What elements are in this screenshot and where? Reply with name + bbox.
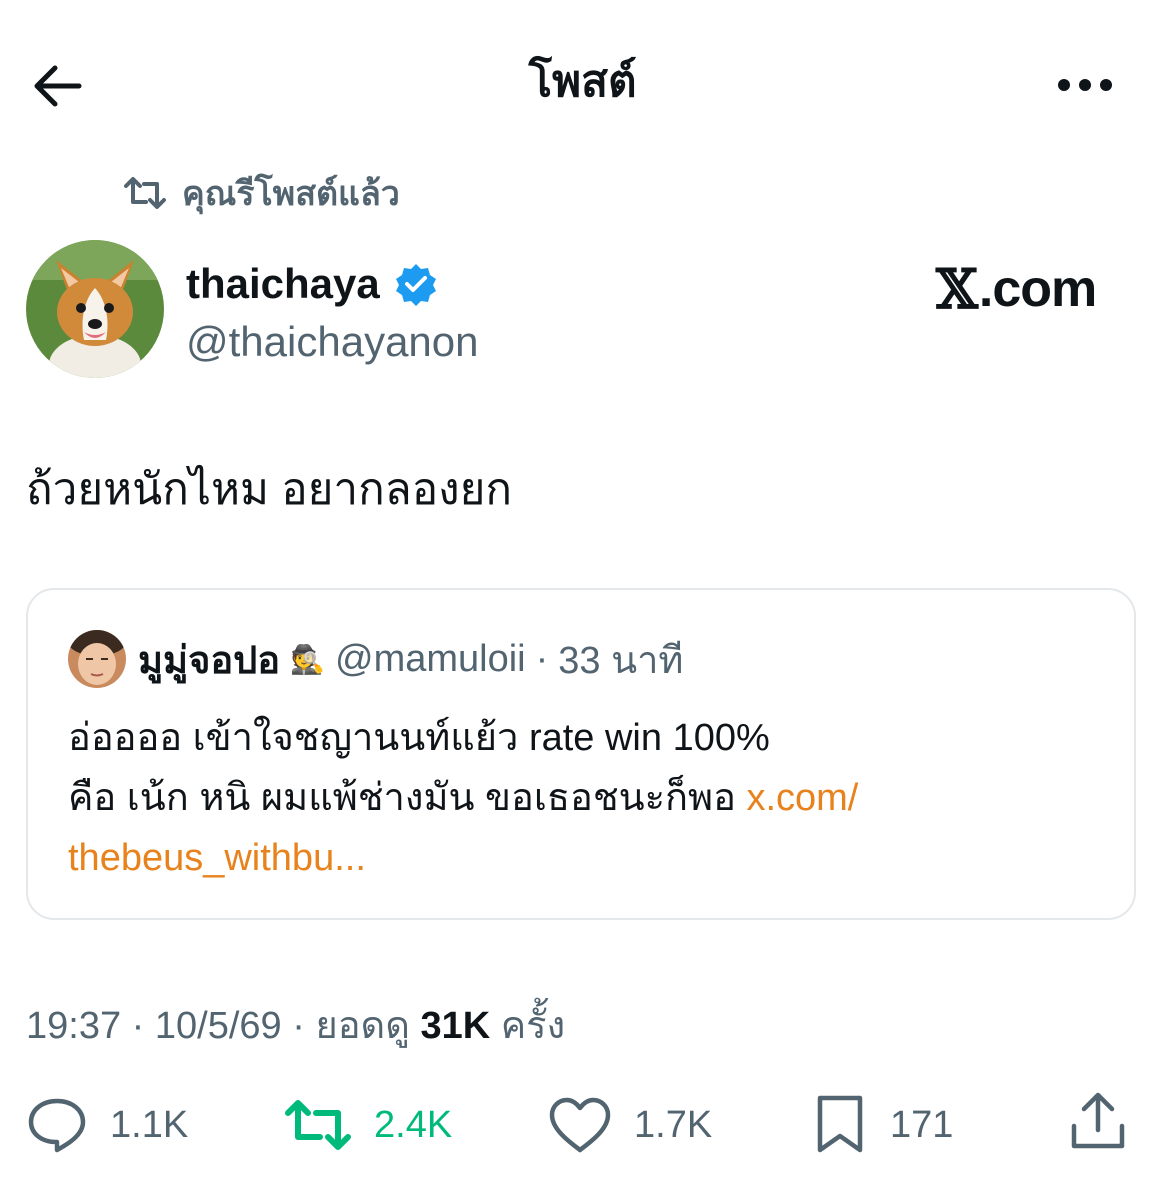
author-name-row[interactable]: thaichaya bbox=[186, 254, 438, 314]
retweet-button[interactable]: 2.4K bbox=[284, 1094, 452, 1156]
like-count: 1.7K bbox=[634, 1103, 713, 1146]
author-handle[interactable]: @thaichayanon bbox=[186, 314, 479, 370]
quoted-post-header: มูมู่จอปอ 🕵 @mamuloii · 33 นาที bbox=[138, 630, 684, 688]
bookmark-button[interactable]: 171 bbox=[812, 1094, 953, 1156]
retweet-count: 2.4K bbox=[374, 1103, 453, 1146]
separator-dot: · bbox=[121, 1005, 155, 1047]
quoted-post-text: อ่ออออ เข้าใจชญานนท์แย้ว rate win 100% ค… bbox=[68, 708, 1108, 888]
page-title: โพสต์ bbox=[528, 57, 637, 106]
reply-count: 1.1K bbox=[110, 1103, 189, 1146]
quoted-post-card[interactable]: มูมู่จอปอ 🕵 @mamuloii · 33 นาที อ่ออออ เ… bbox=[26, 588, 1136, 920]
quoted-post-link[interactable]: x.com/ bbox=[746, 777, 858, 819]
like-button[interactable]: 1.7K bbox=[548, 1094, 712, 1156]
x-domain-text: .com bbox=[978, 260, 1097, 318]
repost-label: คุณรีโพสต์แล้ว bbox=[182, 175, 400, 213]
post-text: ถ้วยหนักไหม อยากลองยก bbox=[26, 465, 513, 514]
views-count[interactable]: 31K bbox=[420, 1005, 490, 1047]
quoted-post-line-1: อ่ออออ เข้าใจชญานนท์แย้ว rate win 100% bbox=[68, 717, 770, 759]
views-suffix: ครั้ง bbox=[490, 1005, 566, 1047]
author-avatar[interactable] bbox=[26, 240, 164, 378]
post-time: 19:37 bbox=[26, 1005, 122, 1047]
heart-icon bbox=[549, 1097, 611, 1153]
separator-dot: · bbox=[281, 1005, 316, 1047]
more-options-button[interactable] bbox=[1050, 60, 1120, 110]
post-date: 10/5/69 bbox=[154, 1005, 282, 1047]
quoted-author-handle: @mamuloii bbox=[335, 637, 526, 680]
share-icon bbox=[1071, 1092, 1125, 1149]
quoted-post-time: 33 นาที bbox=[558, 639, 684, 682]
quoted-author-name: มูมู่จอปอ bbox=[138, 639, 281, 682]
person-avatar-icon bbox=[68, 630, 126, 688]
quoted-post-line-2-text: คือ เน้ก หนิ ผมแพ้ช่างมัน ขอเธอชนะก็พอ bbox=[68, 777, 747, 819]
x-com-watermark: 𝕏 .com bbox=[936, 257, 1097, 321]
verified-badge-icon bbox=[395, 264, 436, 306]
reply-icon bbox=[28, 1098, 86, 1153]
more-horizontal-icon bbox=[1058, 79, 1112, 91]
bookmark-icon bbox=[817, 1095, 863, 1153]
post-meta: 19:37 · 10/5/69 · ยอดดู 31K ครั้ง bbox=[26, 998, 565, 1054]
separator-dot: · bbox=[535, 637, 549, 680]
repost-indicator[interactable]: คุณรีโพสต์แล้ว bbox=[122, 170, 400, 216]
repost-icon bbox=[124, 177, 166, 209]
author-name[interactable]: thaichaya bbox=[186, 256, 380, 312]
quoted-post-link-continued[interactable]: thebeus_withbu... bbox=[68, 828, 1108, 888]
corgi-avatar bbox=[26, 240, 164, 378]
x-logo-icon: 𝕏 bbox=[936, 257, 978, 321]
views-label: ยอดดู bbox=[315, 1005, 421, 1047]
reply-button[interactable]: 1.1K bbox=[26, 1094, 188, 1156]
quoted-post-line-2: คือ เน้ก หนิ ผมแพ้ช่างมัน ขอเธอชนะก็พอ x… bbox=[68, 768, 1108, 828]
retweet-icon bbox=[285, 1100, 351, 1150]
share-button[interactable] bbox=[1068, 1090, 1128, 1152]
quoted-author-avatar bbox=[68, 630, 126, 688]
detective-emoji-icon: 🕵 bbox=[290, 643, 326, 675]
bookmark-count: 171 bbox=[890, 1103, 954, 1146]
